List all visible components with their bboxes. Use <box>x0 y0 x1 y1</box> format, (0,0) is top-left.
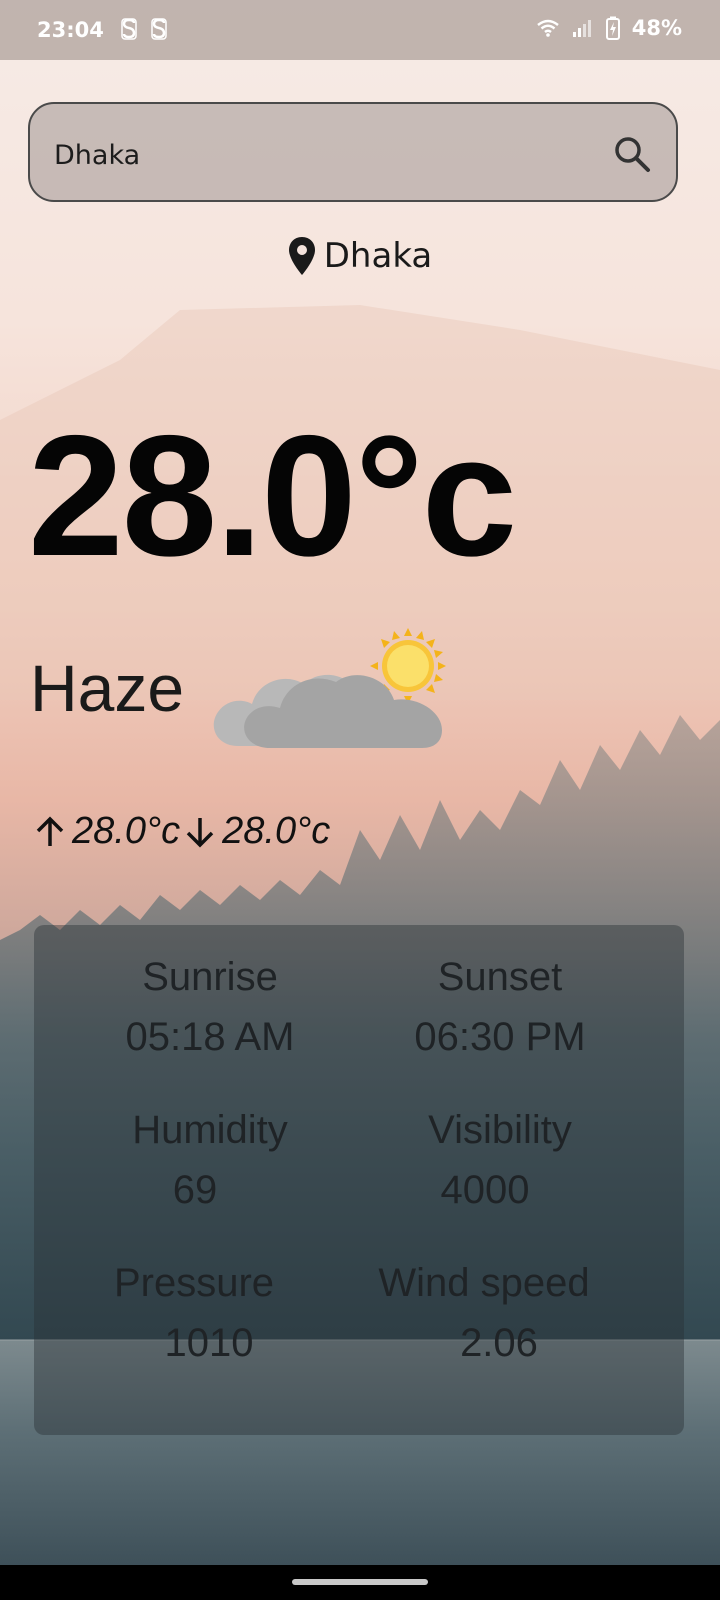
sunrise-detail: Sunrise 05:18 AM <box>60 957 360 1057</box>
pressure-detail: Pressure 1010 <box>44 1263 344 1363</box>
s-app-icon <box>121 18 137 40</box>
battery-charging-icon <box>605 16 620 40</box>
s-app-icon <box>151 18 167 40</box>
arrow-up-icon <box>36 816 64 846</box>
weather-details-panel: Sunrise 05:18 AM Sunset 06:30 PM Humidit… <box>34 925 684 1435</box>
wind-speed-label: Wind speed <box>378 1261 590 1305</box>
search-bar[interactable] <box>28 102 678 202</box>
humidity-detail: Humidity 69 <box>60 1110 360 1210</box>
min-temperature: 28.0°c <box>222 810 331 852</box>
pressure-label: Pressure <box>113 1261 275 1305</box>
status-time: 23:04 <box>37 18 104 42</box>
visibility-label: Visibility <box>428 1108 572 1152</box>
arrow-down-icon <box>186 817 214 847</box>
sunset-label: Sunset <box>437 955 563 999</box>
location-city: Dhaka <box>323 236 433 276</box>
search-input[interactable] <box>52 134 596 176</box>
navigation-bar <box>0 1565 720 1600</box>
wind-speed-value: 2.06 <box>460 1321 538 1365</box>
partly-cloudy-icon <box>213 628 446 748</box>
location-pin-icon <box>288 237 315 275</box>
sunset-value: 06:30 PM <box>414 1015 586 1059</box>
visibility-value: 4000 <box>440 1168 530 1212</box>
status-bar: 23:04 48% <box>0 0 720 60</box>
weather-screen: 23:04 48% Dhaka Dhaka 28.0°c Haze 28.0°c… <box>0 0 720 1600</box>
location-label: Dhaka <box>0 236 720 276</box>
visibility-detail: Visibility 4000 <box>350 1110 650 1210</box>
signal-icon <box>572 20 591 37</box>
battery-percent: 48% <box>631 16 682 40</box>
humidity-label: Humidity <box>132 1108 288 1152</box>
wifi-icon <box>536 19 559 37</box>
pressure-value: 1010 <box>164 1321 254 1365</box>
status-right: 48% <box>536 16 682 40</box>
wind-speed-detail: Wind speed 2.06 <box>334 1263 634 1363</box>
temperature-range: 28.0°c 28.0°c <box>32 810 330 853</box>
notification-icons <box>120 18 168 40</box>
home-gesture-handle[interactable] <box>292 1579 428 1585</box>
humidity-value: 69 <box>172 1168 218 1212</box>
sunset-detail: Sunset 06:30 PM <box>350 957 650 1057</box>
weather-condition: Haze <box>30 651 185 725</box>
search-icon[interactable] <box>612 134 652 174</box>
current-temperature: 28.0°c <box>28 400 517 592</box>
sunrise-label: Sunrise <box>142 955 278 999</box>
sunrise-value: 05:18 AM <box>125 1015 295 1059</box>
max-temperature: 28.0°c <box>72 810 181 852</box>
